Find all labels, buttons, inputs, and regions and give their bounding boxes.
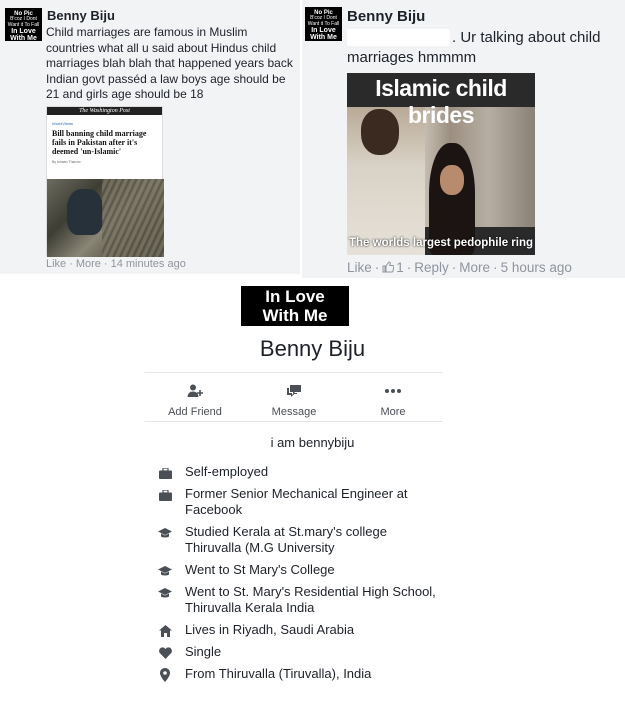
info-education[interactable]: Went to St Mary's College <box>158 562 445 578</box>
comment-right: No Pic B'coz I Dont Want it To Fall In L… <box>300 0 625 278</box>
thumbs-up-icon <box>382 261 395 276</box>
redacted-mention <box>347 29 450 46</box>
divider <box>145 421 443 422</box>
image-bottom-caption: The worlds largest pedophile ring <box>348 237 534 249</box>
comment-author[interactable]: Benny Biju <box>347 8 425 25</box>
location-pin-icon <box>158 668 172 682</box>
comment-left: No Pic B'coz I Dont Want it To Fall In L… <box>0 0 300 274</box>
article-headline: Bill banning child marriage fails in Pak… <box>52 129 147 156</box>
info-current-city[interactable]: Lives in Riyadh, Saudi Arabia <box>158 622 445 638</box>
briefcase-icon <box>158 488 172 502</box>
article-byline: By Ishaan Tharoor <box>52 160 81 165</box>
comment-text: Child marriages are famous in Muslim cou… <box>46 25 293 101</box>
comment-actions: Like · 1 · Reply · More · 5 hours ago <box>347 260 572 276</box>
info-work[interactable]: Self-employed <box>158 464 445 480</box>
more-button[interactable]: More <box>343 380 443 418</box>
commenter-avatar[interactable]: No Pic B'coz I Dont Want it To Fall In L… <box>305 7 342 41</box>
more-link[interactable]: More <box>76 258 101 270</box>
profile-bio: i am bennybiju <box>270 435 355 450</box>
article-masthead: The Washington Post <box>47 107 162 115</box>
comment-text-line2: marriages hmmmm <box>347 49 477 66</box>
comment-timestamp[interactable]: 14 minutes ago <box>111 258 186 270</box>
reply-link[interactable]: Reply <box>414 260 449 275</box>
like-link[interactable]: Like <box>347 260 372 275</box>
info-hometown[interactable]: From Thiruvalla (Tiruvalla), India <box>158 666 445 682</box>
graduation-cap-icon <box>158 526 172 540</box>
message-button[interactable]: Message <box>244 380 344 418</box>
shared-image[interactable]: Islamic child brides The worlds largest … <box>347 73 535 255</box>
home-icon <box>158 624 172 638</box>
divider <box>145 372 443 373</box>
add-friend-icon <box>145 380 245 402</box>
info-work[interactable]: Former Senior Mechanical Engineer at Fac… <box>158 486 445 518</box>
more-dots-icon <box>343 380 443 402</box>
article-section: WorldViews <box>52 121 73 126</box>
add-friend-button[interactable]: Add Friend <box>145 380 245 418</box>
message-icon <box>244 380 344 402</box>
comment-timestamp[interactable]: 5 hours ago <box>501 260 572 275</box>
image-top-caption: Islamic child brides <box>375 75 507 128</box>
graduation-cap-icon <box>158 564 172 578</box>
info-education[interactable]: Studied Kerala at St.mary's college Thir… <box>158 524 445 556</box>
briefcase-icon <box>158 466 172 480</box>
graduation-cap-icon <box>158 586 172 600</box>
like-count: 1 <box>396 260 404 275</box>
comment-author[interactable]: Benny Biju <box>47 8 115 23</box>
article-thumbnail[interactable]: The Washington Post WorldViews Bill bann… <box>46 106 164 257</box>
commenter-avatar[interactable]: No Pic B'coz I Dont Want it To Fall In L… <box>5 8 42 42</box>
like-link[interactable]: Like <box>46 258 66 270</box>
heart-icon <box>158 646 172 660</box>
profile-picture[interactable]: In Love With Me <box>241 286 349 326</box>
info-education[interactable]: Went to St. Mary's Residential High Scho… <box>158 584 445 616</box>
info-relationship[interactable]: Single <box>158 644 445 660</box>
article-photo <box>47 179 164 257</box>
profile-name: Benny Biju <box>259 336 366 361</box>
more-link[interactable]: More <box>459 260 490 275</box>
comment-text-line1: . Ur talking about child <box>452 29 601 46</box>
comment-actions: Like · More · 14 minutes ago <box>46 258 186 270</box>
